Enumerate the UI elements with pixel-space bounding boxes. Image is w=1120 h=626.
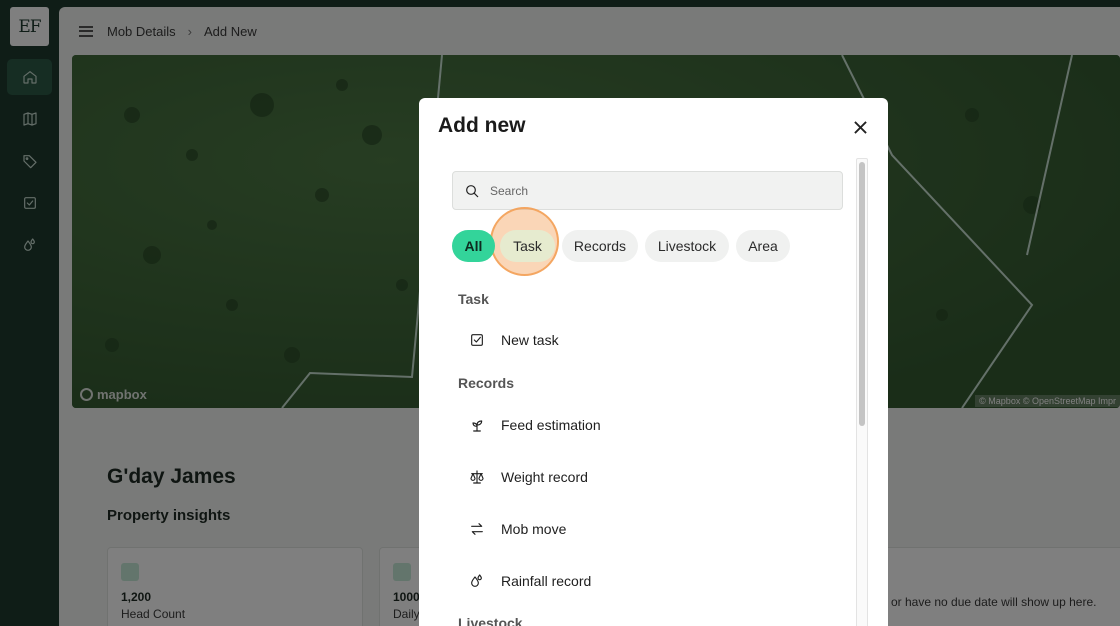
item-mob-move[interactable]: Mob move — [467, 515, 566, 543]
checkbox-icon — [471, 334, 483, 346]
arrows-swap-icon — [471, 523, 483, 535]
item-feed-estimation[interactable]: Feed estimation — [467, 411, 601, 439]
scale-icon — [470, 470, 484, 484]
add-new-modal: Add new All Task Records Livestock Area … — [419, 98, 888, 626]
filter-livestock[interactable]: Livestock — [645, 230, 729, 262]
item-new-task[interactable]: New task — [467, 326, 559, 354]
section-records-heading: Records — [458, 375, 515, 391]
item-label: Feed estimation — [501, 417, 601, 433]
item-label: Mob move — [501, 521, 567, 537]
item-rainfall-record[interactable]: Rainfall record — [467, 567, 591, 595]
scrollbar-track[interactable] — [856, 158, 868, 626]
close-button[interactable] — [851, 118, 869, 136]
modal-title: Add new — [438, 114, 526, 137]
filter-records[interactable]: Records — [562, 230, 638, 262]
close-icon — [853, 120, 867, 134]
scrollbar-thumb[interactable] — [859, 162, 865, 426]
item-label: Rainfall record — [501, 573, 592, 589]
item-label: New task — [501, 332, 559, 348]
search-box[interactable] — [452, 171, 843, 210]
section-task-heading: Task — [458, 291, 489, 307]
filter-task[interactable]: Task — [500, 230, 555, 262]
search-icon — [466, 184, 479, 197]
search-input[interactable] — [490, 183, 810, 198]
filter-area[interactable]: Area — [736, 230, 790, 262]
item-weight-record[interactable]: Weight record — [467, 463, 588, 491]
section-livestock-heading: Livestock — [458, 615, 523, 626]
item-label: Weight record — [501, 469, 588, 485]
filter-all[interactable]: All — [452, 230, 495, 262]
rain-drops-icon — [471, 574, 482, 587]
sprout-icon — [472, 420, 483, 432]
